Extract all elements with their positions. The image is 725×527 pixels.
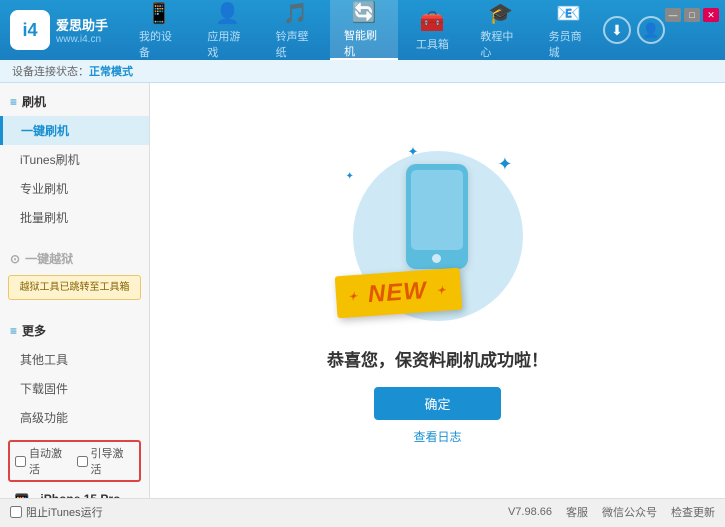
tab-toolbox[interactable]: 🧰 工具箱	[398, 0, 466, 60]
auto-activate-checkbox[interactable]	[15, 456, 26, 467]
device-icon: 📱	[8, 493, 35, 498]
guide-activate-checkbox[interactable]	[77, 456, 88, 467]
confirm-button[interactable]: 确定	[374, 387, 500, 420]
auto-activate-label[interactable]: 自动激活	[15, 445, 73, 477]
sidebar-section-more: ≡ 更多 其他工具 下载固件 高级功能	[0, 312, 149, 436]
success-text: 恭喜您，保资料刷机成功啦！	[327, 346, 548, 371]
footer: 阻止iTunes运行 V7.98.66 客服 微信公众号 检查更新	[0, 498, 725, 524]
sidebar-item-advanced[interactable]: 高级功能	[0, 403, 149, 432]
sidebar: ≡ 刷机 一键刷机 iTunes刷机 专业刷机 批量刷机 ⊙ 一键越狱	[0, 83, 150, 498]
flash-section-icon: ≡	[10, 95, 17, 109]
tab-apps-games[interactable]: 👤 应用游戏	[193, 0, 261, 60]
sidebar-section-more-header: ≡ 更多	[0, 316, 149, 345]
footer-link-wechat[interactable]: 微信公众号	[602, 504, 657, 520]
smart-flash-icon: 🔄	[352, 0, 377, 25]
tab-smart-flash[interactable]: 🔄 智能刷机	[330, 0, 398, 60]
minimize-button[interactable]: —	[665, 8, 681, 22]
close-button[interactable]: ✕	[703, 8, 719, 22]
auto-activate-row: 自动激活 引导激活	[8, 440, 141, 482]
sidebar-item-download-firmware[interactable]: 下载固件	[0, 374, 149, 403]
status-bar: 设备连接状态： 正常模式	[0, 60, 725, 83]
itunes-checkbox[interactable]	[10, 506, 22, 518]
footer-link-update[interactable]: 检查更新	[671, 504, 715, 520]
my-device-icon: 📱	[147, 1, 172, 26]
download-button[interactable]: ⬇	[603, 16, 631, 44]
sidebar-section-jailbreak: ⊙ 一键越狱 越狱工具已跳转至工具箱	[0, 240, 149, 308]
apps-games-icon: 👤	[215, 1, 240, 26]
version-label: V7.98.66	[508, 506, 552, 518]
phone-illustration	[406, 164, 468, 269]
ringtones-icon: 🎵	[283, 1, 308, 26]
device-name: iPhone 15 Pro Max	[40, 492, 141, 498]
sidebar-section-flash-header: ≡ 刷机	[0, 87, 149, 116]
business-icon: 📧	[556, 1, 581, 26]
itunes-checkbox-label[interactable]: 阻止iTunes运行	[10, 504, 103, 520]
sidebar-section-jailbreak-header: ⊙ 一键越狱	[0, 244, 149, 273]
phone-screen	[411, 170, 463, 250]
sparkle-3-icon: ✦	[346, 171, 354, 182]
sparkle-1-icon: ✦	[497, 154, 512, 175]
sidebar-item-pro-flash[interactable]: 专业刷机	[0, 174, 149, 203]
tab-ringtones[interactable]: 🎵 铃声壁纸	[262, 0, 330, 60]
more-section-icon: ≡	[10, 324, 17, 338]
phone-home-button	[432, 254, 441, 263]
sparkle-2-icon: ✦	[408, 144, 419, 160]
footer-right: V7.98.66 客服 微信公众号 检查更新	[508, 504, 715, 520]
sidebar-item-other-tools[interactable]: 其他工具	[0, 345, 149, 374]
window-controls: — □ ✕	[665, 8, 719, 22]
status-mode: 正常模式	[89, 63, 133, 79]
view-log-link[interactable]: 查看日志	[413, 428, 461, 445]
new-badge: ✦ NEW ✦	[334, 268, 461, 319]
sidebar-item-one-key-flash[interactable]: 一键刷机	[0, 116, 149, 145]
logo-url: www.i4.cn	[56, 34, 108, 45]
status-prefix: 设备连接状态：	[12, 63, 89, 79]
device-info: 📱 iPhone 15 Pro Max 512GB iPhone	[0, 486, 149, 498]
jailbreak-icon: ⊙	[10, 252, 20, 266]
maximize-button[interactable]: □	[684, 8, 700, 22]
nav-tabs: 📱 我的设备 👤 应用游戏 🎵 铃声壁纸 🔄 智能刷机 🧰 工具箱 🎓 教程中心…	[125, 0, 603, 60]
tutorials-icon: 🎓	[488, 1, 513, 26]
success-illustration: ✦ ✦ ✦ ✦ NEW ✦	[328, 136, 548, 336]
guide-activate-label[interactable]: 引导激活	[77, 445, 135, 477]
sidebar-section-flash: ≡ 刷机 一键刷机 iTunes刷机 专业刷机 批量刷机	[0, 83, 149, 236]
main-content: ✦ ✦ ✦ ✦ NEW ✦ 恭喜您，保资料刷机成功啦！ 确定 查看日志	[150, 83, 725, 498]
tab-business[interactable]: 📧 务员商城	[535, 0, 603, 60]
toolbox-icon: 🧰	[420, 9, 445, 34]
footer-link-support[interactable]: 客服	[566, 504, 588, 520]
sidebar-item-batch-flash[interactable]: 批量刷机	[0, 203, 149, 232]
user-button[interactable]: 👤	[637, 16, 665, 44]
logo-icon: i4	[10, 10, 50, 50]
header-right-controls: ⬇ 👤	[603, 16, 665, 44]
logo: i4 爱思助手 www.i4.cn	[10, 10, 125, 50]
tab-my-device[interactable]: 📱 我的设备	[125, 0, 193, 60]
sidebar-item-itunes-flash[interactable]: iTunes刷机	[0, 145, 149, 174]
tab-tutorials[interactable]: 🎓 教程中心	[466, 0, 534, 60]
jailbreak-warning: 越狱工具已跳转至工具箱	[8, 275, 141, 300]
logo-name: 爱思助手	[56, 15, 108, 34]
